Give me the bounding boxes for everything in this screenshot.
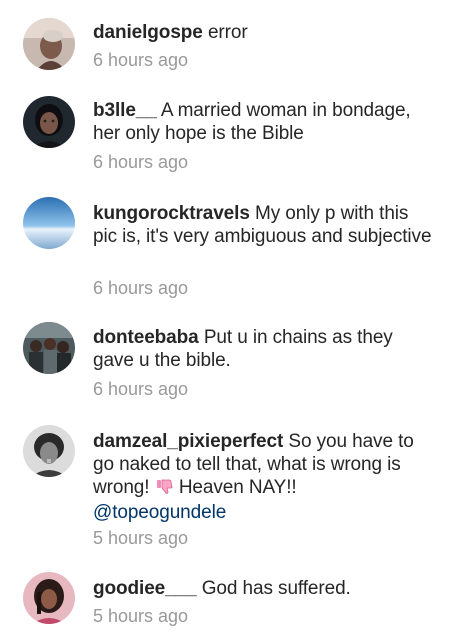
comment-text: danielgospe error — [93, 21, 433, 44]
comment-text: kungorocktravels My only p with this pic… — [93, 202, 433, 248]
timestamp: 6 hours ago — [93, 152, 189, 172]
thumbs-down-icon — [156, 477, 174, 501]
comment-body: error — [207, 22, 248, 43]
comment-text: b3lle__ A married woman in bondage, her … — [93, 99, 433, 145]
timestamp: 6 hours ago — [93, 278, 189, 298]
timestamp: 5 hours ago — [93, 606, 189, 626]
timestamp: 5 hours ago — [93, 528, 189, 548]
avatar[interactable] — [23, 425, 75, 477]
avatar[interactable] — [23, 322, 75, 374]
mention-link[interactable]: @topeogundele — [93, 502, 226, 523]
timestamp: 6 hours ago — [93, 50, 189, 70]
username[interactable]: kungorocktravels — [93, 203, 250, 224]
comment-text: goodiee___ God has suffered. — [93, 577, 433, 600]
username[interactable]: danielgospe — [93, 22, 203, 43]
username[interactable]: goodiee___ — [93, 578, 197, 599]
comments-list: danielgospe error 6 hours ago b3lle__ A … — [0, 0, 461, 636]
username[interactable]: b3lle__ — [93, 100, 157, 121]
timestamp: 6 hours ago — [93, 379, 189, 399]
avatar[interactable] — [23, 197, 75, 249]
comment-text: donteebaba Put u in chains as they gave … — [93, 326, 433, 372]
avatar[interactable] — [23, 18, 75, 70]
comment-text: damzeal_pixieperfect So you have to go n… — [93, 430, 433, 524]
comment-body-continued: Heaven NAY!! — [178, 477, 297, 498]
comment-body: God has suffered. — [201, 578, 351, 599]
username[interactable]: damzeal_pixieperfect — [93, 431, 283, 452]
username[interactable]: donteebaba — [93, 327, 199, 348]
avatar[interactable] — [23, 96, 75, 148]
avatar[interactable] — [23, 572, 75, 624]
